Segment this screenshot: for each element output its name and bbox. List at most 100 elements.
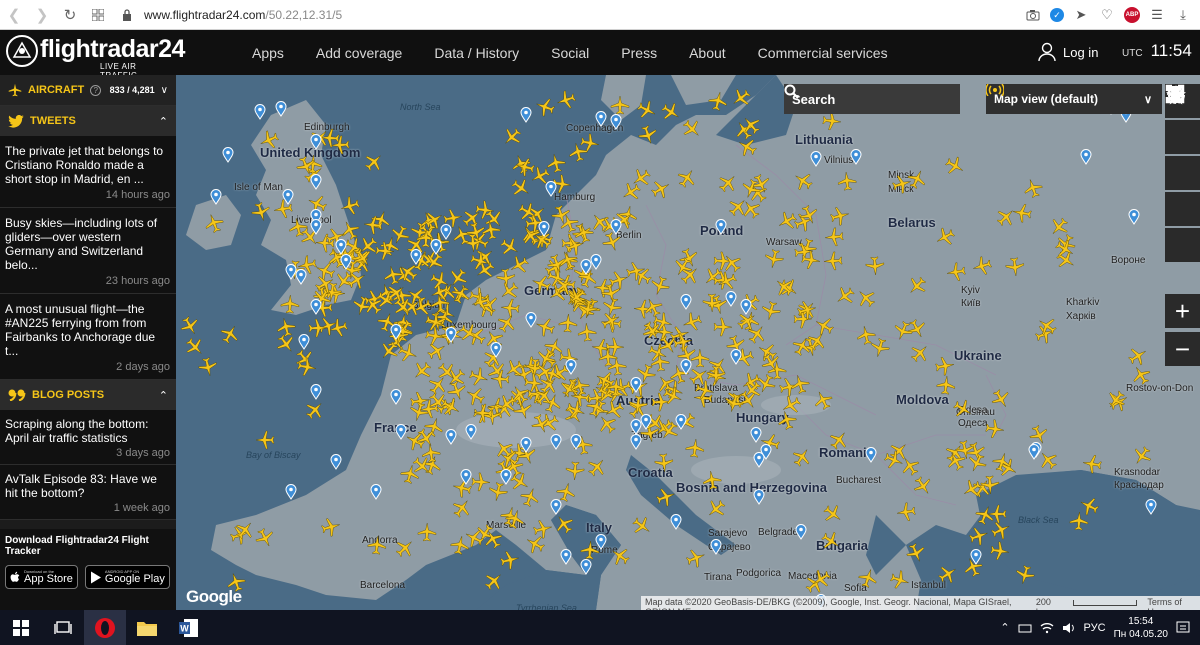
chevron-down-icon[interactable]: ∨ — [161, 85, 168, 96]
airport-pin-icon[interactable] — [753, 489, 765, 505]
chevron-up-icon[interactable]: ⌃ — [159, 389, 168, 402]
airport-pin-icon[interactable] — [395, 424, 407, 440]
airport-pin-icon[interactable] — [675, 414, 687, 430]
nav-commercial-services[interactable]: Commercial services — [742, 45, 904, 61]
aircraft-marker-icon[interactable] — [1004, 256, 1026, 278]
camera-icon[interactable] — [1024, 6, 1042, 24]
menu-icon[interactable]: ☰ — [1148, 6, 1166, 24]
airport-pin-icon[interactable] — [560, 549, 572, 565]
airport-pin-icon[interactable] — [1145, 499, 1157, 515]
aircraft-marker-icon[interactable] — [362, 214, 384, 236]
airport-pin-icon[interactable] — [1080, 149, 1092, 165]
nav-data-history[interactable]: Data / History — [418, 45, 535, 61]
terms-link[interactable]: Terms of Use — [1147, 597, 1196, 610]
airport-pin-icon[interactable] — [490, 342, 502, 358]
playback-button[interactable] — [1165, 86, 1200, 262]
aircraft-marker-icon[interactable] — [255, 430, 275, 450]
airport-pin-icon[interactable] — [310, 299, 322, 315]
aircraft-marker-icon[interactable] — [1081, 453, 1104, 476]
aircraft-marker-icon[interactable] — [610, 95, 630, 115]
airport-pin-icon[interactable] — [680, 294, 692, 310]
airport-pin-icon[interactable] — [282, 189, 294, 205]
aircraft-marker-icon[interactable] — [800, 248, 823, 271]
airport-pin-icon[interactable] — [610, 219, 622, 235]
airport-pin-icon[interactable] — [795, 524, 807, 540]
airport-pin-icon[interactable] — [710, 539, 722, 555]
shield-icon[interactable]: ✓ — [1050, 8, 1064, 22]
notifications-icon[interactable] — [1176, 621, 1190, 635]
aircraft-marker-icon[interactable] — [606, 376, 627, 397]
airport-pin-icon[interactable] — [310, 384, 322, 400]
airport-pin-icon[interactable] — [520, 437, 532, 453]
airport-pin-icon[interactable] — [595, 111, 607, 127]
airport-pin-icon[interactable] — [445, 327, 457, 343]
chevron-up-icon[interactable]: ⌃ — [159, 115, 168, 128]
taskbar-explorer[interactable] — [126, 610, 168, 645]
blog-item[interactable]: AvTalk Episode 83: Have we hit the botto… — [0, 465, 176, 520]
task-view-button[interactable] — [42, 610, 84, 645]
airport-pin-icon[interactable] — [760, 444, 772, 460]
address-bar[interactable]: www.flightradar24.com/50.22,12.31/5 — [122, 8, 342, 22]
aircraft-marker-icon[interactable] — [418, 398, 440, 420]
airport-pin-icon[interactable] — [340, 254, 352, 270]
taskbar-word[interactable]: W — [168, 610, 210, 645]
aircraft-marker-icon[interactable] — [864, 256, 885, 277]
airport-pin-icon[interactable] — [1028, 444, 1040, 460]
aircraft-marker-icon[interactable] — [479, 218, 502, 241]
search-input[interactable]: Search — [784, 84, 960, 114]
airport-pin-icon[interactable] — [1128, 209, 1140, 225]
google-play-button[interactable]: ANDROID APP ON Google Play — [84, 565, 170, 589]
airport-pin-icon[interactable] — [285, 484, 297, 500]
tweet-item[interactable]: The private jet that belongs to Cristian… — [0, 136, 176, 208]
airport-pin-icon[interactable] — [715, 219, 727, 235]
airport-pin-icon[interactable] — [445, 429, 457, 445]
aircraft-marker-icon[interactable] — [295, 356, 318, 379]
airport-pin-icon[interactable] — [580, 559, 592, 575]
airport-pin-icon[interactable] — [310, 219, 322, 235]
aircraft-marker-icon[interactable] — [544, 151, 568, 175]
airport-pin-icon[interactable] — [310, 134, 322, 150]
aircraft-widget[interactable]: AIRCRAFT ? 833 / 4,281 ∨ — [0, 75, 176, 106]
airport-pin-icon[interactable] — [410, 249, 422, 265]
network-icon[interactable] — [1018, 622, 1032, 634]
aircraft-marker-icon[interactable] — [498, 548, 522, 572]
volume-icon[interactable] — [1062, 622, 1076, 634]
aircraft-marker-icon[interactable] — [565, 461, 586, 482]
airport-pin-icon[interactable] — [565, 359, 577, 375]
airport-pin-icon[interactable] — [545, 181, 557, 197]
airport-pin-icon[interactable] — [970, 549, 982, 565]
airport-pin-icon[interactable] — [595, 534, 607, 550]
airport-pin-icon[interactable] — [525, 312, 537, 328]
wifi-icon[interactable] — [1040, 622, 1054, 634]
heart-icon[interactable]: ♡ — [1098, 6, 1116, 24]
tweet-item[interactable]: A most unusual flight—the #AN225 ferryin… — [0, 294, 176, 380]
aircraft-marker-icon[interactable] — [557, 312, 578, 333]
airport-pin-icon[interactable] — [750, 427, 762, 443]
nav-apps[interactable]: Apps — [236, 45, 300, 61]
airport-pin-icon[interactable] — [460, 469, 472, 485]
start-button[interactable] — [0, 610, 42, 645]
aircraft-marker-icon[interactable] — [280, 293, 301, 314]
aircraft-marker-icon[interactable] — [307, 318, 328, 339]
airport-pin-icon[interactable] — [390, 389, 402, 405]
download-icon[interactable]: ⤓ — [1174, 6, 1192, 24]
tweets-header[interactable]: TWEETS ⌃ — [0, 106, 176, 136]
tweet-item[interactable]: Busy skies—including lots of gliders—ove… — [0, 208, 176, 294]
aircraft-marker-icon[interactable] — [989, 540, 1012, 563]
aircraft-marker-icon[interactable] — [653, 452, 675, 474]
airport-pin-icon[interactable] — [430, 239, 442, 255]
aircraft-marker-icon[interactable] — [627, 394, 649, 416]
nav-add-coverage[interactable]: Add coverage — [300, 45, 418, 61]
airport-pin-icon[interactable] — [610, 114, 622, 130]
aircraft-marker-icon[interactable] — [700, 469, 723, 492]
airport-pin-icon[interactable] — [222, 147, 234, 163]
aircraft-marker-icon[interactable] — [944, 261, 967, 284]
aircraft-marker-icon[interactable] — [935, 374, 957, 396]
blog-posts-header[interactable]: BLOG POSTS ⌃ — [0, 380, 176, 410]
flight-map[interactable]: United KingdomGermanyPolandFranceItalyUk… — [176, 75, 1200, 610]
airport-pin-icon[interactable] — [550, 434, 562, 450]
input-language[interactable]: РУС — [1084, 622, 1106, 634]
back-button[interactable]: ❮ — [0, 0, 28, 30]
airport-pin-icon[interactable] — [335, 239, 347, 255]
airport-pin-icon[interactable] — [295, 269, 307, 285]
